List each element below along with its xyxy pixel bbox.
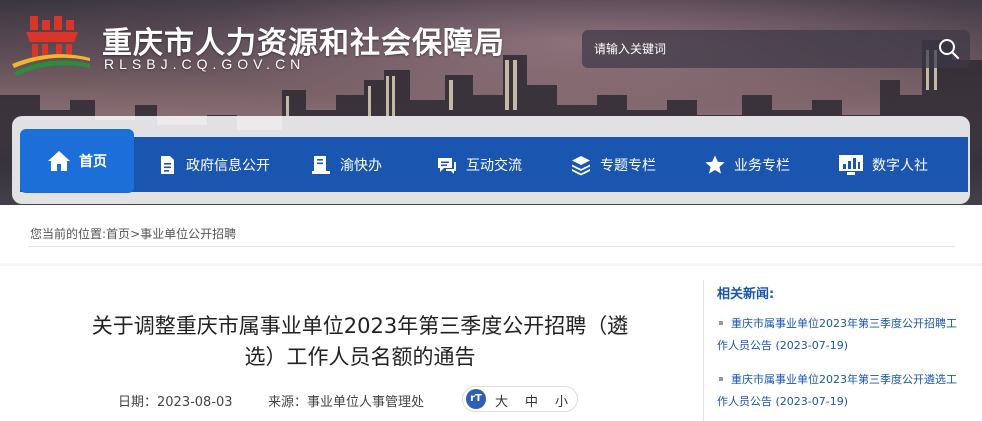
layers-icon [572, 155, 590, 175]
font-size-medium-button[interactable]: 中 [525, 391, 538, 410]
divider [28, 246, 954, 247]
article-source: 来源：事业单位人事管理处 [268, 391, 424, 410]
nav-item-label: 政府信息公开 [186, 157, 270, 174]
font-size-large-button[interactable]: 大 [495, 391, 508, 410]
nav-item-label: 首页 [79, 154, 107, 170]
nav-item-special-topics[interactable]: 专题专栏 [570, 137, 656, 192]
nav-item-label: 渝快办 [340, 157, 382, 174]
font-size-icon: rT [466, 389, 486, 409]
source-value: 事业单位人事管理处 [307, 395, 425, 410]
search-box [582, 30, 970, 68]
article-title: 关于调整重庆市属事业单位2023年第三季度公开招聘（遴 选）工作人员名额的通告 [40, 311, 680, 373]
site-domain: RLSBJ.CQ.GOV.CN [104, 56, 306, 72]
main-nav: 政府信息公开 渝快办 互动交流 专题专栏 业务专栏 数字人社 [20, 137, 968, 192]
nav-item-digital[interactable]: 数字人社 [838, 137, 928, 192]
nav-item-home[interactable]: 首页 [20, 129, 134, 193]
source-label: 来源： [268, 395, 308, 410]
font-size-control: rT 大 中 小 [462, 386, 578, 412]
site-logo-icon [12, 16, 90, 76]
chat-icon [438, 157, 456, 174]
related-news-item[interactable]: 重庆市属事业单位2023年第三季度公开遴选工 作人员公告 (2023-07-19… [717, 369, 969, 413]
star-icon [705, 155, 725, 174]
related-news-line1: 重庆市属事业单位2023年第三季度公开遴选工 [731, 373, 957, 386]
page: 重庆市人力资源和社会保障局 RLSBJ.CQ.GOV.CN 政府信息公开 渝快办… [0, 0, 982, 421]
nav-item-gov-info[interactable]: 政府信息公开 [156, 137, 270, 192]
home-icon [48, 151, 70, 171]
sidebar-divider [703, 280, 704, 421]
related-news-line2: 作人员公告 (2023-07-19) [717, 339, 849, 352]
nav-item-label: 业务专栏 [734, 157, 790, 174]
nav-item-business[interactable]: 业务专栏 [704, 137, 790, 192]
related-news-line2: 作人员公告 (2023-07-19) [717, 395, 849, 408]
bullet-icon [719, 377, 723, 381]
article-title-line2: 选）工作人员名额的通告 [244, 345, 476, 369]
date-value: 2023-08-03 [157, 395, 233, 410]
breadcrumb-current-link[interactable]: 事业单位公开招聘 [140, 227, 236, 241]
breadcrumb: 您当前的位置:首页>事业单位公开招聘 [30, 225, 236, 242]
related-news-item[interactable]: 重庆市属事业单位2023年第三季度公开招聘工 作人员公告 (2023-07-19… [717, 313, 969, 357]
font-size-small-button[interactable]: 小 [555, 391, 568, 410]
nav-item-interaction[interactable]: 互动交流 [436, 137, 522, 192]
article-date: 日期：2023-08-03 [118, 391, 233, 410]
search-icon[interactable] [936, 36, 962, 62]
nav-item-label: 专题专栏 [600, 157, 656, 174]
related-news-line1: 重庆市属事业单位2023年第三季度公开招聘工 [731, 317, 957, 330]
nav-item-label: 数字人社 [872, 157, 928, 174]
date-label: 日期： [118, 395, 158, 410]
monitor-chart-icon [839, 154, 863, 175]
service-icon [312, 155, 330, 174]
nav-item-yukuaiban[interactable]: 渝快办 [310, 137, 382, 192]
article-title-line1: 关于调整重庆市属事业单位2023年第三季度公开招聘（遴 [91, 314, 629, 338]
breadcrumb-prefix: 您当前的位置: [30, 227, 107, 241]
related-news-heading: 相关新闻: [717, 287, 775, 302]
bullet-icon [719, 321, 723, 325]
breadcrumb-home-link[interactable]: 首页 [106, 227, 130, 241]
breadcrumb-separator: > [130, 227, 141, 241]
document-icon [161, 155, 174, 174]
search-input[interactable] [582, 30, 922, 68]
nav-item-label: 互动交流 [466, 157, 522, 174]
